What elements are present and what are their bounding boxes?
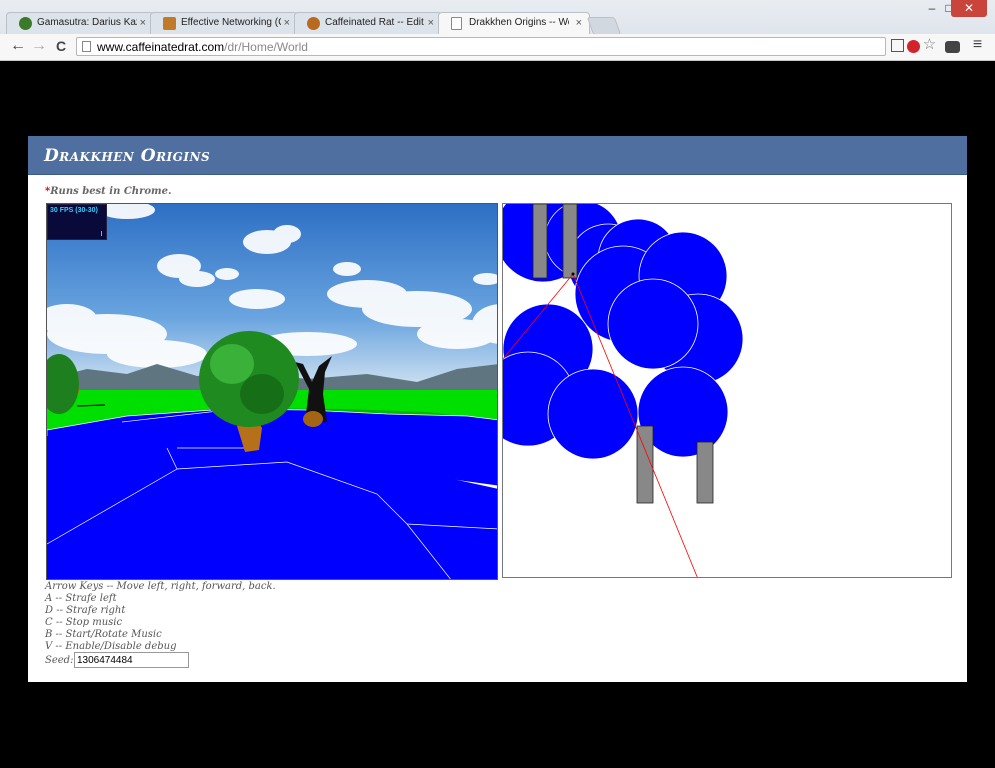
tab-label: Effective Networking (Get	[181, 17, 281, 28]
tab-label: Caffeinated Rat -- Edit Exp	[325, 17, 425, 28]
tab-effective-networking[interactable]: Effective Networking (Get ×	[150, 12, 298, 34]
gamasutra-icon	[19, 17, 32, 30]
page-banner: Drakkhen Origins	[28, 136, 967, 175]
tab-caffeinated-rat[interactable]: Caffeinated Rat -- Edit Exp ×	[294, 12, 442, 34]
player-marker	[571, 272, 575, 276]
help-line: B -- Start/Rotate Music	[45, 629, 162, 640]
help-line: C -- Stop music	[45, 617, 123, 628]
tab-strip: Gamasutra: Darius Kazemi × Effective Net…	[0, 0, 995, 35]
controls-help: Arrow Keys -- Move left, right, forward,…	[45, 581, 276, 653]
help-line: Arrow Keys -- Move left, right, forward,…	[45, 581, 276, 592]
seed-input[interactable]	[74, 652, 189, 668]
help-line: A -- Strafe left	[45, 593, 117, 604]
seed-row: Seed:	[45, 652, 189, 668]
new-tab-button[interactable]	[586, 17, 622, 35]
seed-label: Seed:	[45, 655, 74, 666]
tab-drakkhen-origins[interactable]: Drakkhen Origins -- World ×	[438, 12, 590, 34]
tab-gamasutra[interactable]: Gamasutra: Darius Kazemi ×	[6, 12, 154, 34]
page-icon	[451, 17, 462, 30]
game-panel: Drakkhen Origins *Runs best in Chrome. 3…	[28, 136, 967, 682]
tab-label: Gamasutra: Darius Kazemi	[37, 17, 137, 28]
url-text: www.caffeinatedrat.com/dr/Home/World	[97, 40, 308, 54]
fps-text: 30 FPS (30-30)	[50, 207, 98, 214]
browser-note: *Runs best in Chrome.	[45, 186, 172, 197]
extension-icon[interactable]	[891, 39, 904, 52]
help-line: D -- Strafe right	[45, 605, 126, 616]
tab-label: Drakkhen Origins -- World	[469, 17, 569, 28]
3d-scene	[47, 204, 497, 579]
3d-view-canvas[interactable]: 30 FPS (30-30)	[46, 203, 498, 580]
page-icon	[82, 41, 91, 52]
window-close-button[interactable]: ✕	[951, 0, 987, 17]
tab-close-icon[interactable]: ×	[284, 17, 290, 29]
bookmark-star-icon[interactable]: ☆	[922, 37, 937, 52]
browser-toolbar: ← → C www.caffeinatedrat.com/dr/Home/Wor…	[0, 34, 995, 61]
person-icon	[163, 17, 176, 30]
fps-bar	[101, 231, 102, 236]
tab-close-icon[interactable]: ×	[576, 17, 582, 29]
forward-button[interactable]: →	[30, 37, 48, 55]
reload-button[interactable]: C	[52, 38, 70, 54]
menu-icon[interactable]: ≡	[970, 37, 985, 53]
rat-icon	[307, 17, 320, 30]
back-button[interactable]: ←	[9, 37, 27, 55]
page-title: Drakkhen Origins	[44, 146, 211, 166]
fps-counter: 30 FPS (30-30)	[47, 204, 107, 240]
tab-close-icon[interactable]: ×	[428, 17, 434, 29]
profile-icon[interactable]	[945, 41, 960, 53]
debug-map	[503, 204, 744, 577]
adblock-icon[interactable]	[907, 40, 920, 53]
debug-map-canvas[interactable]	[502, 203, 952, 578]
minimize-button[interactable]: –	[922, 0, 942, 17]
tab-close-icon[interactable]: ×	[140, 17, 146, 29]
address-bar[interactable]: www.caffeinatedrat.com/dr/Home/World	[76, 37, 886, 56]
